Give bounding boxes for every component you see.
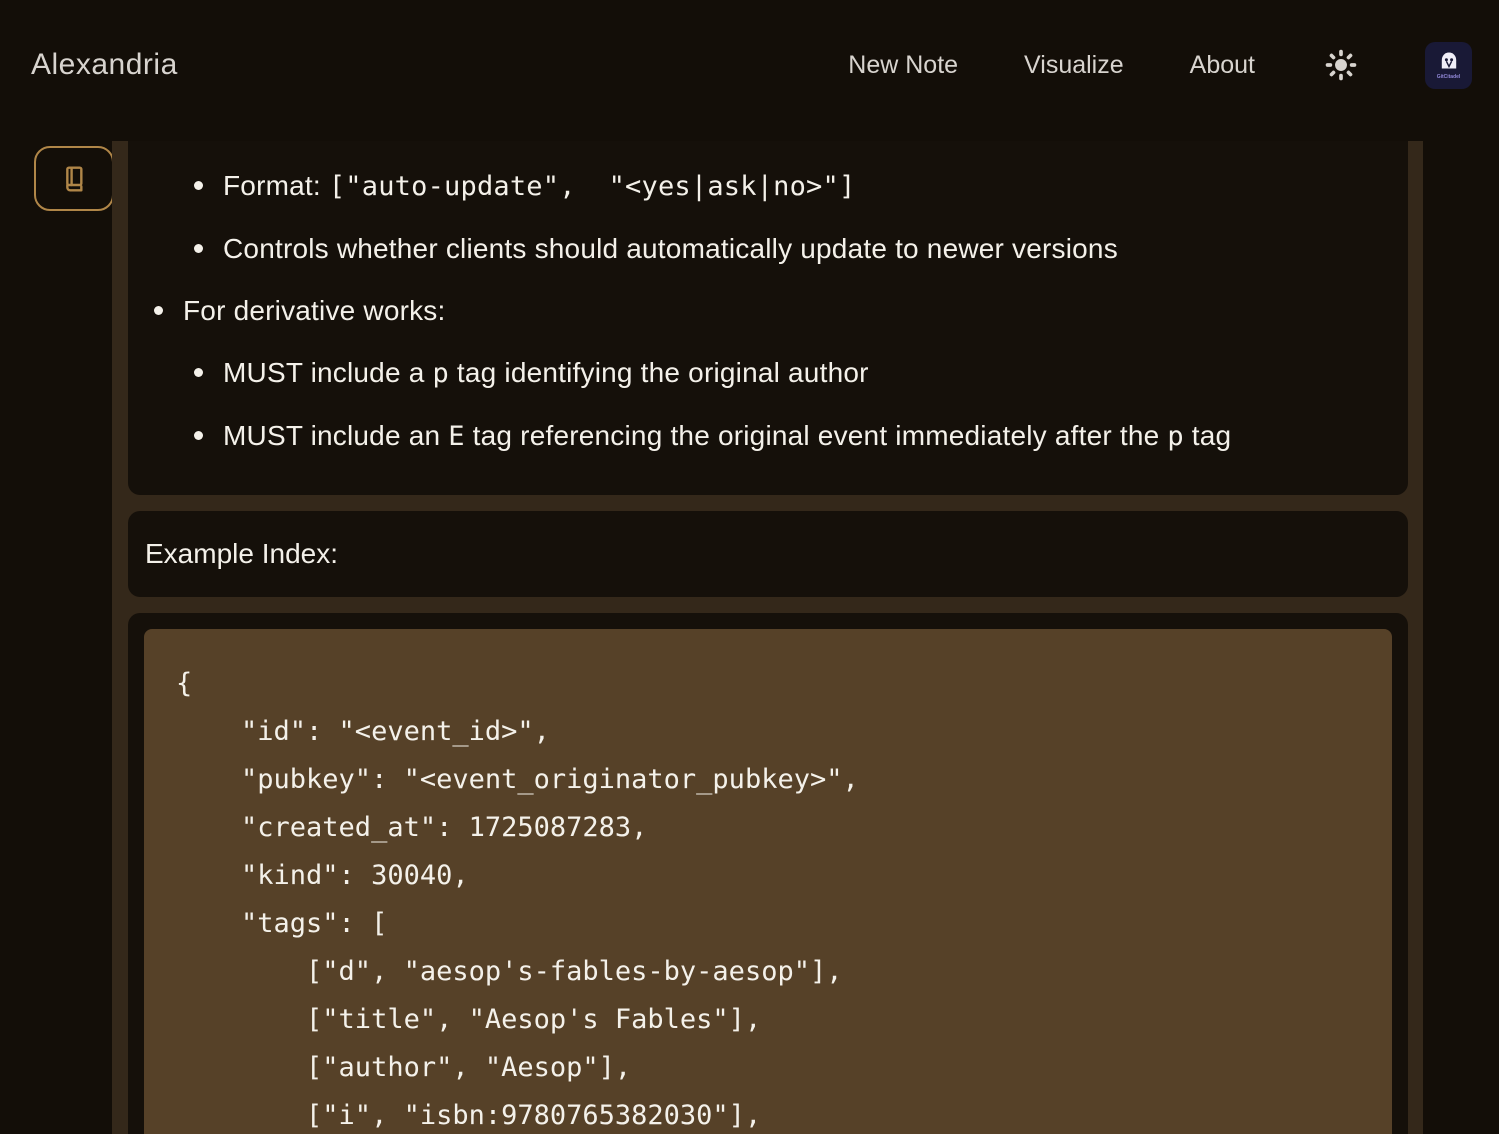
theme-toggle-button[interactable] xyxy=(1321,45,1361,85)
bullet-dot xyxy=(194,244,203,253)
nav-about[interactable]: About xyxy=(1190,51,1255,80)
list-item-format: Format: ["auto-update", "<yes|ask|no>"] xyxy=(144,166,1392,207)
nav-new-note[interactable]: New Note xyxy=(848,51,958,80)
p-tag-inline-code: p xyxy=(432,358,448,389)
example-code-card: { "id": "<event_id>", "pubkey": "<event_… xyxy=(128,613,1408,1134)
gitcitadel-logo[interactable]: GitCitadel xyxy=(1425,42,1472,89)
e-tag-inline-code: E xyxy=(448,421,464,452)
document-panel: Format: ["auto-update", "<yes|ask|no>"] … xyxy=(112,141,1423,1134)
code-content: { "id": "<event_id>", "pubkey": "<event_… xyxy=(176,660,1360,1134)
bullet-dot xyxy=(154,306,163,315)
bullet-dot xyxy=(194,431,203,440)
app-title: Alexandria xyxy=(31,48,178,82)
list-item-text: MUST include a p tag identifying the ori… xyxy=(223,353,869,394)
json-code-block: { "id": "<event_id>", "pubkey": "<event_… xyxy=(144,629,1392,1134)
app-header: Alexandria New Note Visualize About xyxy=(0,0,1499,130)
spec-rules-card: Format: ["auto-update", "<yes|ask|no>"] … xyxy=(128,141,1408,495)
format-inline-code: ["auto-update", "<yes|ask|no>"] xyxy=(329,171,856,202)
list-item-must-p-tag: MUST include a p tag identifying the ori… xyxy=(144,353,1392,394)
example-index-label: Example Index: xyxy=(145,538,338,569)
gitcitadel-shield-icon xyxy=(1437,50,1461,74)
sun-icon xyxy=(1324,48,1358,82)
list-item-must-e-tag: MUST include an E tag referencing the or… xyxy=(144,416,1392,457)
bullet-dot xyxy=(194,368,203,377)
list-item-text: For derivative works: xyxy=(183,291,446,331)
book-icon xyxy=(58,163,90,195)
bullet-dot xyxy=(194,181,203,190)
list-item-derivative-works: For derivative works: xyxy=(144,291,1392,331)
p-tag-inline-code-2: p xyxy=(1167,421,1183,452)
list-item-controls: Controls whether clients should automati… xyxy=(144,229,1392,269)
logo-caption: GitCitadel xyxy=(1437,74,1461,80)
nav-visualize[interactable]: Visualize xyxy=(1024,51,1124,80)
main-nav: New Note Visualize About xyxy=(782,42,1472,89)
list-item-text: MUST include an E tag referencing the or… xyxy=(223,416,1231,457)
example-index-card: Example Index: xyxy=(128,511,1408,597)
list-item-text: Controls whether clients should automati… xyxy=(223,229,1118,269)
library-button[interactable] xyxy=(34,146,114,211)
list-item-text: Format: ["auto-update", "<yes|ask|no>"] xyxy=(223,166,855,207)
